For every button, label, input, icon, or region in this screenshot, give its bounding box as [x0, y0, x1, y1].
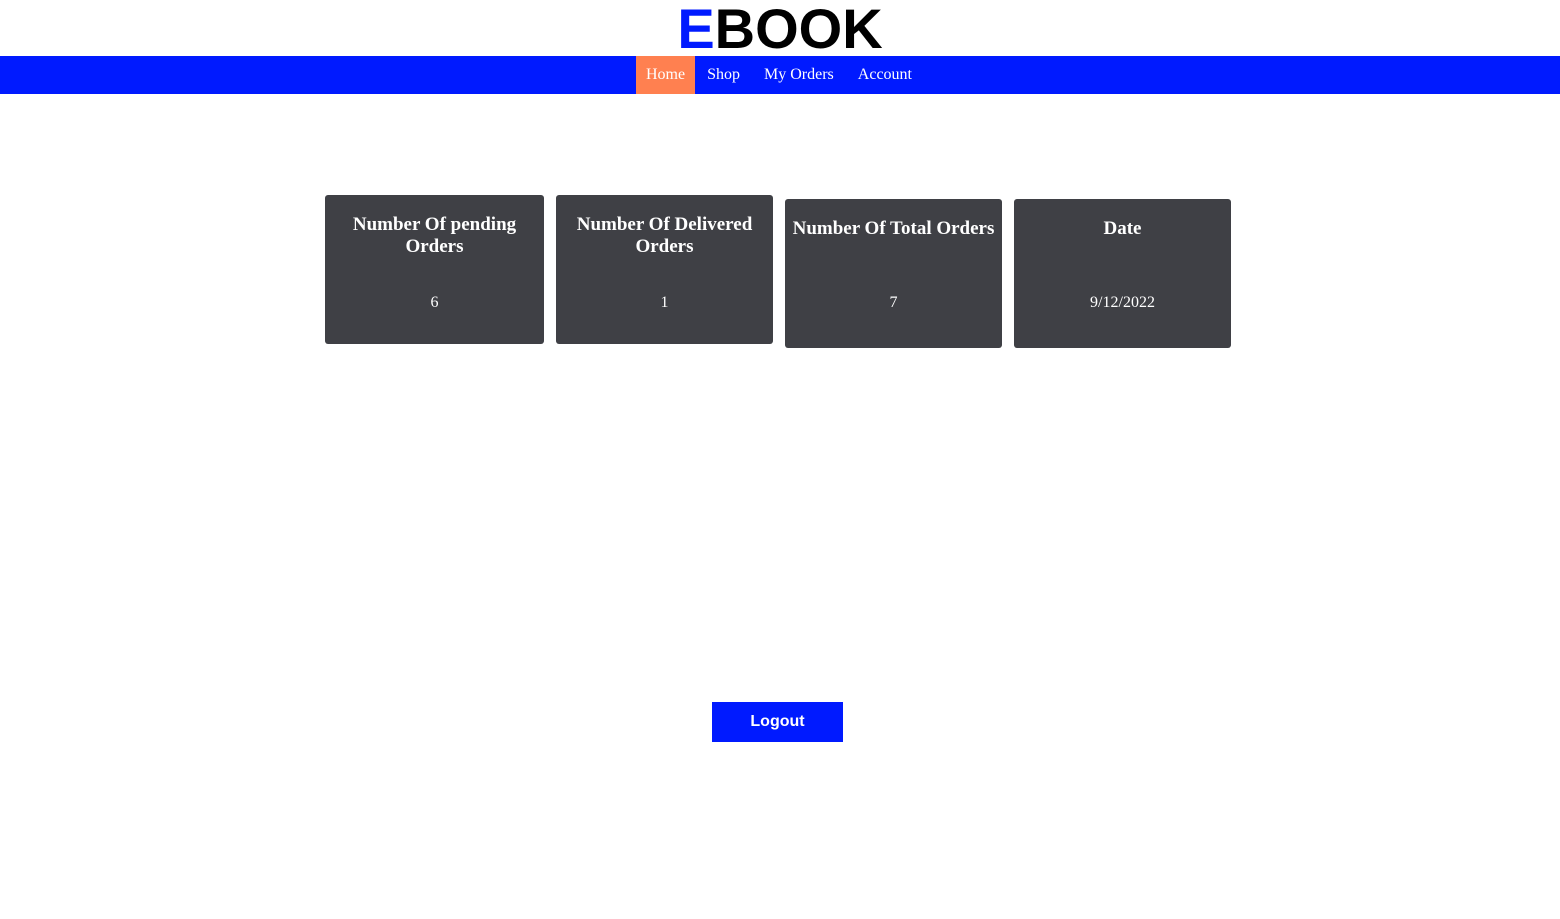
card-value: 1	[660, 294, 669, 311]
main-navbar: Home Shop My Orders Account	[0, 56, 1560, 94]
card-title: Number Of Total Orders	[792, 218, 995, 239]
nav-shop[interactable]: Shop	[695, 56, 752, 94]
nav-my-orders[interactable]: My Orders	[752, 56, 846, 94]
nav-home[interactable]: Home	[636, 56, 696, 94]
card-title: Number Of pending Orders	[352, 214, 517, 257]
card-delivered-orders: Number Of Delivered Orders 1	[556, 195, 773, 344]
card-value: 9/12/2022	[1090, 294, 1155, 311]
card-title: Number Of Delivered Orders	[576, 214, 753, 257]
logo-text: BOOK	[714, 0, 883, 60]
card-pending-orders: Number Of pending Orders 6	[325, 195, 544, 344]
nav-account[interactable]: Account	[846, 56, 924, 94]
site-logo: EBOOK	[0, 0, 1560, 58]
logout-button[interactable]: Logout	[712, 702, 843, 742]
card-date: Date 9/12/2022	[1014, 199, 1231, 348]
card-total-orders: Number Of Total Orders 7	[785, 199, 1002, 348]
card-title: Date	[1103, 218, 1142, 239]
card-value: 7	[889, 294, 898, 311]
card-value: 6	[430, 294, 439, 311]
logo-letter-e: E	[677, 0, 715, 60]
